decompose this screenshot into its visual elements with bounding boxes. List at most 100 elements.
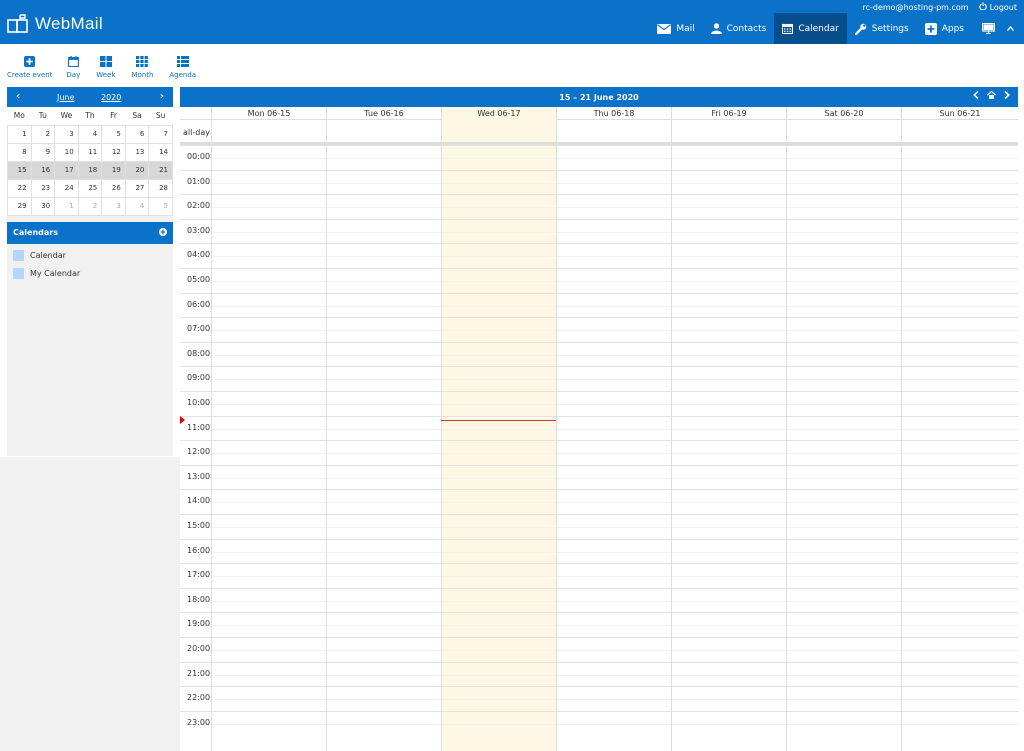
minical-day[interactable]: 19 xyxy=(101,160,126,180)
calendar-list-item[interactable]: Calendar xyxy=(7,247,173,265)
minical-day[interactable]: 23 xyxy=(30,178,56,198)
hour-row[interactable]: 07:00 xyxy=(180,317,1018,342)
day-view-button[interactable]: Day xyxy=(66,53,80,79)
minical-day-other-month[interactable]: 4 xyxy=(124,196,150,216)
prev-week-button[interactable] xyxy=(973,90,979,102)
hour-row[interactable]: 09:00 xyxy=(180,366,1018,391)
day-header[interactable]: Thu 06-18 xyxy=(556,107,671,120)
today-button[interactable] xyxy=(987,90,996,102)
logo[interactable]: WebMail xyxy=(7,14,103,34)
minical-day[interactable]: 10 xyxy=(54,142,79,162)
minical-day[interactable]: 22 xyxy=(7,178,32,198)
hour-row[interactable]: 04:00 xyxy=(180,243,1018,268)
hour-row[interactable]: 10:00 xyxy=(180,391,1018,416)
all-day-cell[interactable] xyxy=(671,120,786,142)
minical-day[interactable]: 30 xyxy=(30,196,56,216)
minical-prev-button[interactable]: ‹ xyxy=(16,91,20,102)
minical-year[interactable]: 2020 xyxy=(101,93,121,102)
day-header[interactable]: Wed 06-17 xyxy=(441,107,556,120)
hour-row[interactable]: 05:00 xyxy=(180,268,1018,293)
day-header[interactable]: Tue 06-16 xyxy=(326,107,441,120)
minical-day[interactable]: 27 xyxy=(124,178,150,198)
minical-day[interactable]: 3 xyxy=(54,124,79,144)
minical-day[interactable]: 21 xyxy=(148,160,173,180)
all-day-cell[interactable] xyxy=(901,120,1018,142)
hour-row[interactable]: 23:00 xyxy=(180,710,1018,736)
minical-day-other-month[interactable]: 3 xyxy=(101,196,126,216)
hour-row[interactable]: 20:00 xyxy=(180,637,1018,662)
minical-day-other-month[interactable]: 1 xyxy=(54,196,79,216)
hour-row[interactable]: 12:00 xyxy=(180,440,1018,465)
minical-next-button[interactable]: › xyxy=(160,91,164,102)
minical-month[interactable]: June xyxy=(57,93,74,102)
minical-day[interactable]: 1 xyxy=(7,124,32,144)
next-week-button[interactable] xyxy=(1004,90,1010,102)
hour-row[interactable]: 03:00 xyxy=(180,218,1018,244)
hour-row[interactable]: 14:00 xyxy=(180,489,1018,514)
minical-day[interactable]: 20 xyxy=(124,160,150,180)
minical-day-other-month[interactable]: 2 xyxy=(77,196,103,216)
hour-row[interactable]: 22:00 xyxy=(180,686,1018,711)
minical-day[interactable]: 12 xyxy=(101,142,126,162)
day-header[interactable]: Sat 06-20 xyxy=(786,107,901,120)
create-event-button[interactable]: Create event xyxy=(7,53,52,79)
hour-row[interactable]: 18:00 xyxy=(180,587,1018,613)
week-view-button[interactable]: Week xyxy=(96,53,115,79)
month-view-button[interactable]: Month xyxy=(131,53,153,79)
hour-row[interactable]: 11:00 xyxy=(180,415,1018,441)
minical-day-other-month[interactable]: 5 xyxy=(148,196,173,216)
agenda-view-button[interactable]: Agenda xyxy=(169,53,196,79)
hour-row[interactable]: 15:00 xyxy=(180,514,1018,539)
hour-row[interactable]: 01:00 xyxy=(180,169,1018,195)
minical-day[interactable]: 9 xyxy=(30,142,56,162)
time-grid[interactable]: 00:00 01:00 02:00 03:00 04:00 05:00 06:00 07:00… xyxy=(180,145,1018,751)
all-day-cell[interactable] xyxy=(441,120,556,142)
nav-settings[interactable]: Settings xyxy=(847,13,917,44)
minical-day[interactable]: 24 xyxy=(54,178,79,198)
nav-contacts[interactable]: Contacts xyxy=(703,13,775,44)
day-header[interactable]: Fri 06-19 xyxy=(671,107,786,120)
day-header[interactable]: Mon 06-15 xyxy=(211,107,326,120)
hour-row[interactable]: 06:00 xyxy=(180,292,1018,318)
minical-day[interactable]: 16 xyxy=(30,160,56,180)
hour-row[interactable]: 02:00 xyxy=(180,194,1018,219)
display-toggle[interactable] xyxy=(972,13,1003,44)
nav-calendar[interactable]: Calendar xyxy=(774,13,847,44)
mailbox-icon xyxy=(7,14,29,34)
hour-row[interactable]: 21:00 xyxy=(180,661,1018,687)
minical-day[interactable]: 17 xyxy=(54,160,79,180)
nav-apps[interactable]: Apps xyxy=(917,13,972,44)
minical-day[interactable]: 6 xyxy=(124,124,150,144)
hour-row[interactable]: 00:00 xyxy=(180,145,1018,170)
hour-row[interactable]: 19:00 xyxy=(180,612,1018,637)
minical-day[interactable]: 29 xyxy=(7,196,32,216)
day-header[interactable]: Sun 06-21 xyxy=(901,107,1018,120)
minical-day[interactable]: 5 xyxy=(101,124,126,144)
nav-mail[interactable]: Mail xyxy=(649,13,702,44)
minical-day[interactable]: 26 xyxy=(101,178,126,198)
all-day-cell[interactable] xyxy=(211,120,326,142)
add-calendar-button[interactable] xyxy=(159,227,167,238)
minical-day[interactable]: 4 xyxy=(77,124,103,144)
all-day-cell[interactable] xyxy=(786,120,901,142)
minical-day[interactable]: 11 xyxy=(77,142,103,162)
hour-row[interactable]: 17:00 xyxy=(180,563,1018,588)
minical-day[interactable]: 18 xyxy=(77,160,103,180)
hour-row[interactable]: 13:00 xyxy=(180,464,1018,490)
hour-row[interactable]: 16:00 xyxy=(180,538,1018,564)
calendar-list-item[interactable]: My Calendar xyxy=(7,265,173,283)
all-day-cell[interactable] xyxy=(556,120,671,142)
all-day-row[interactable]: all-day xyxy=(180,120,1018,145)
minical-day[interactable]: 7 xyxy=(148,124,173,144)
minical-day[interactable]: 14 xyxy=(148,142,173,162)
minical-day[interactable]: 25 xyxy=(77,178,103,198)
minical-day[interactable]: 8 xyxy=(7,142,32,162)
minical-day[interactable]: 15 xyxy=(7,160,32,180)
hour-row[interactable]: 08:00 xyxy=(180,341,1018,367)
collapse-header-button[interactable] xyxy=(1003,13,1024,44)
all-day-cell[interactable] xyxy=(326,120,441,142)
minical-day[interactable]: 28 xyxy=(148,178,173,198)
minical-day[interactable]: 2 xyxy=(30,124,56,144)
minical-day[interactable]: 13 xyxy=(124,142,150,162)
logout-button[interactable]: Logout xyxy=(978,2,1017,12)
